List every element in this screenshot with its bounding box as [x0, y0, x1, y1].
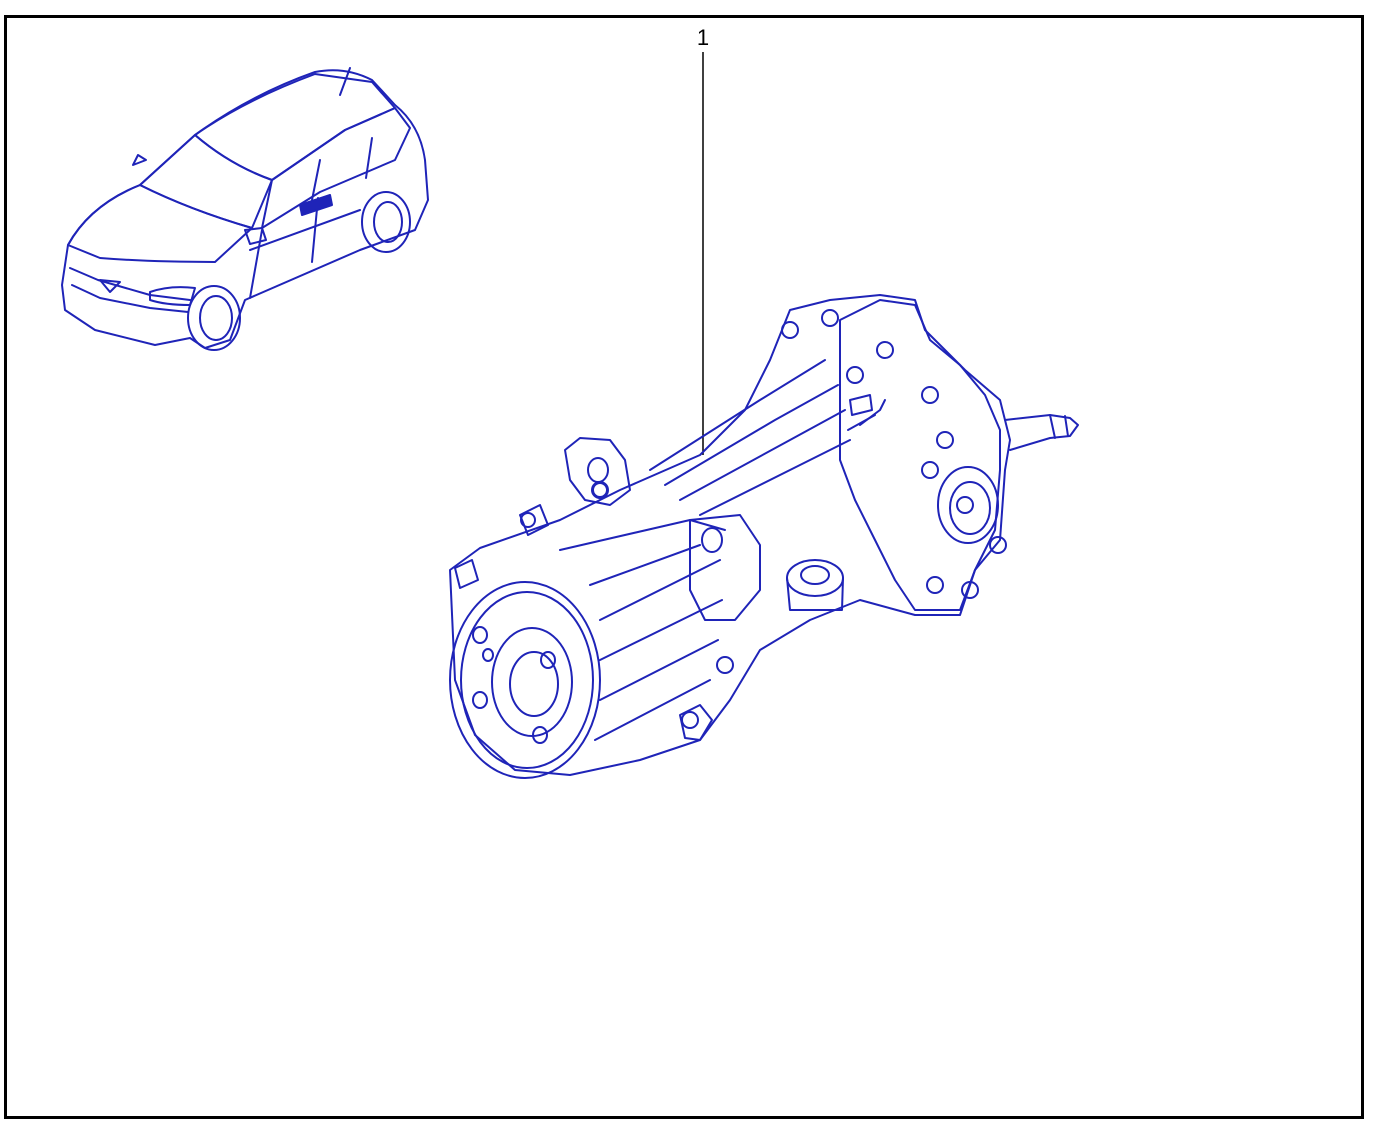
car-illustration: [61, 67, 429, 351]
wheel-studs: [472, 626, 556, 744]
mounting-bracket-left: [564, 437, 631, 506]
rear-differential-assembly: [449, 294, 1079, 779]
carrier-housing: [839, 299, 1001, 611]
callout-label-1[interactable]: 1: [697, 25, 709, 50]
output-flange: [449, 581, 601, 779]
parts-diagram: 1: [61, 25, 1079, 779]
